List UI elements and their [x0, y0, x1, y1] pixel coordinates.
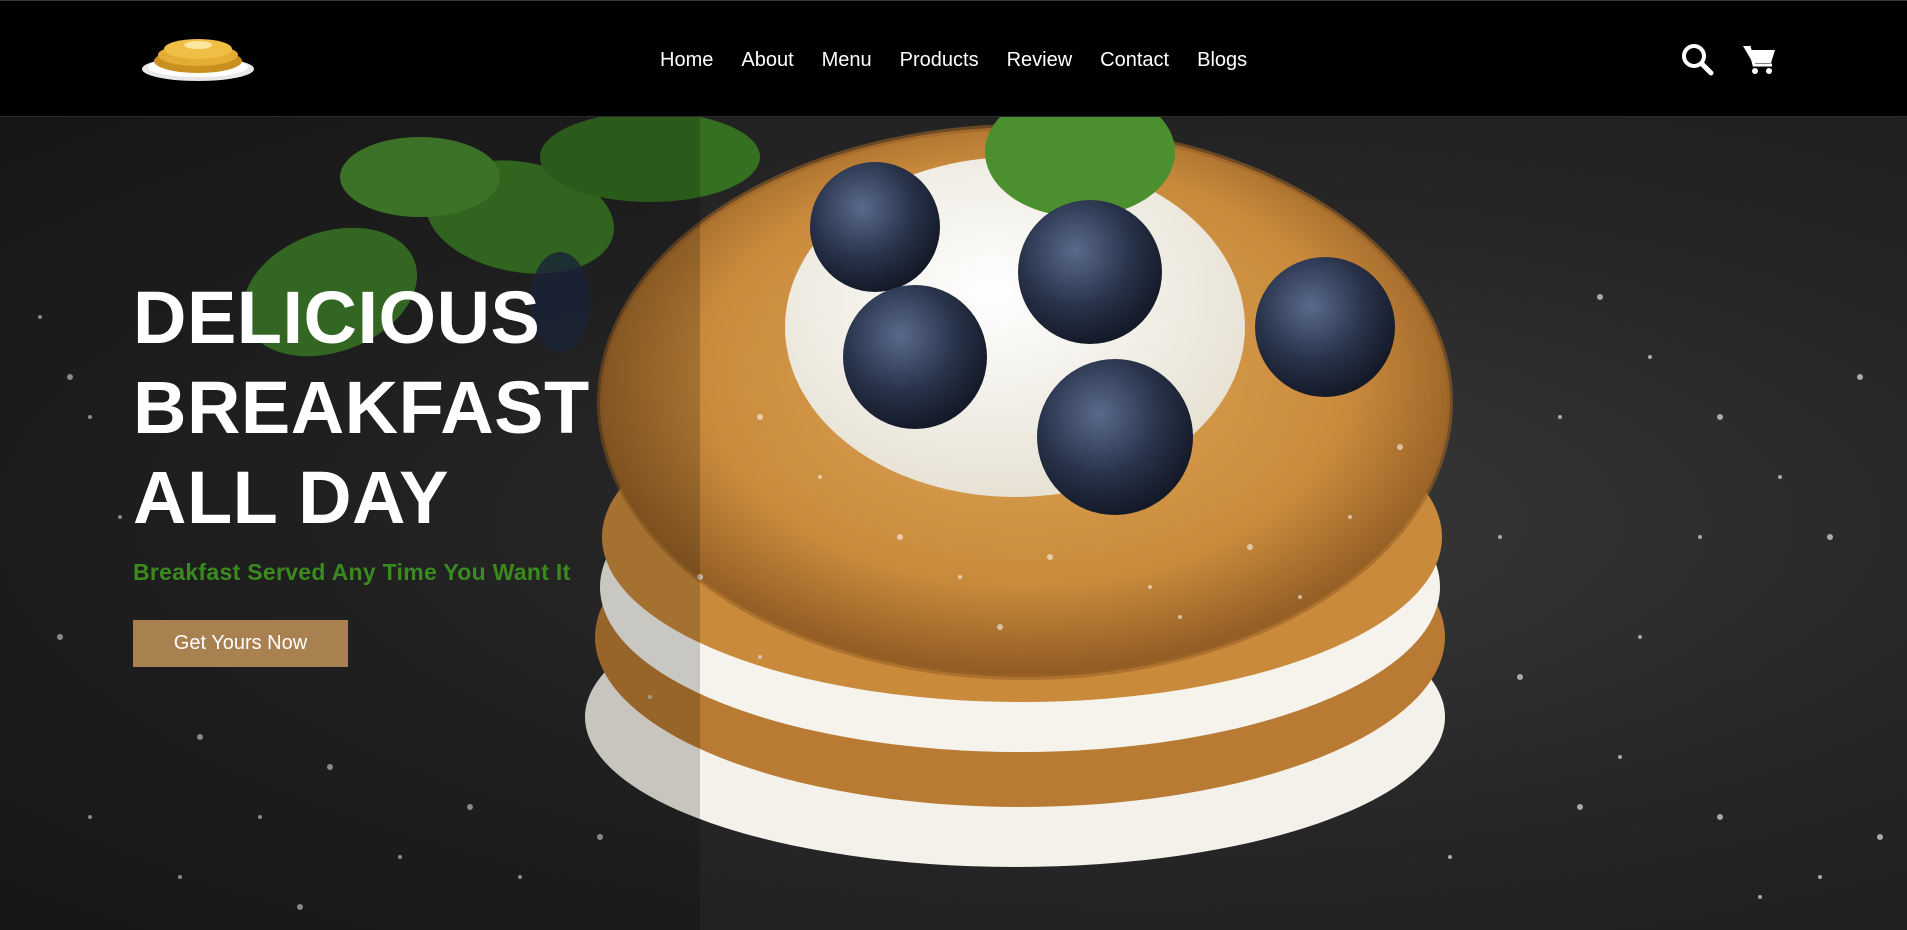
nav-review[interactable]: Review [1007, 47, 1073, 75]
hero-title-line: BREAKFAST [133, 366, 590, 449]
nav-about[interactable]: About [741, 47, 793, 75]
nav-contact[interactable]: Contact [1100, 47, 1169, 75]
header-actions [1679, 41, 1777, 77]
main-nav: Home About Menu Products Review Contact … [660, 47, 1247, 75]
hero-title-line: ALL DAY [133, 456, 450, 539]
hero-section: DELICIOUS BREAKFAST ALL DAY Breakfast Se… [0, 117, 1907, 930]
nav-blogs[interactable]: Blogs [1197, 47, 1247, 75]
pancake-logo-icon[interactable] [140, 31, 256, 83]
hero-title-line: DELICIOUS [133, 276, 541, 359]
hero-subtitle: Breakfast Served Any Time You Want It [133, 559, 571, 585]
cart-icon[interactable] [1741, 41, 1777, 77]
nav-home[interactable]: Home [660, 47, 713, 75]
site-header: Home About Menu Products Review Contact … [0, 0, 1907, 117]
get-yours-now-button[interactable]: Get Yours Now [133, 620, 348, 667]
search-icon[interactable] [1679, 41, 1715, 77]
hero-title: DELICIOUS BREAKFAST ALL DAY [133, 273, 590, 543]
nav-products[interactable]: Products [900, 47, 979, 75]
nav-menu[interactable]: Menu [822, 47, 872, 75]
